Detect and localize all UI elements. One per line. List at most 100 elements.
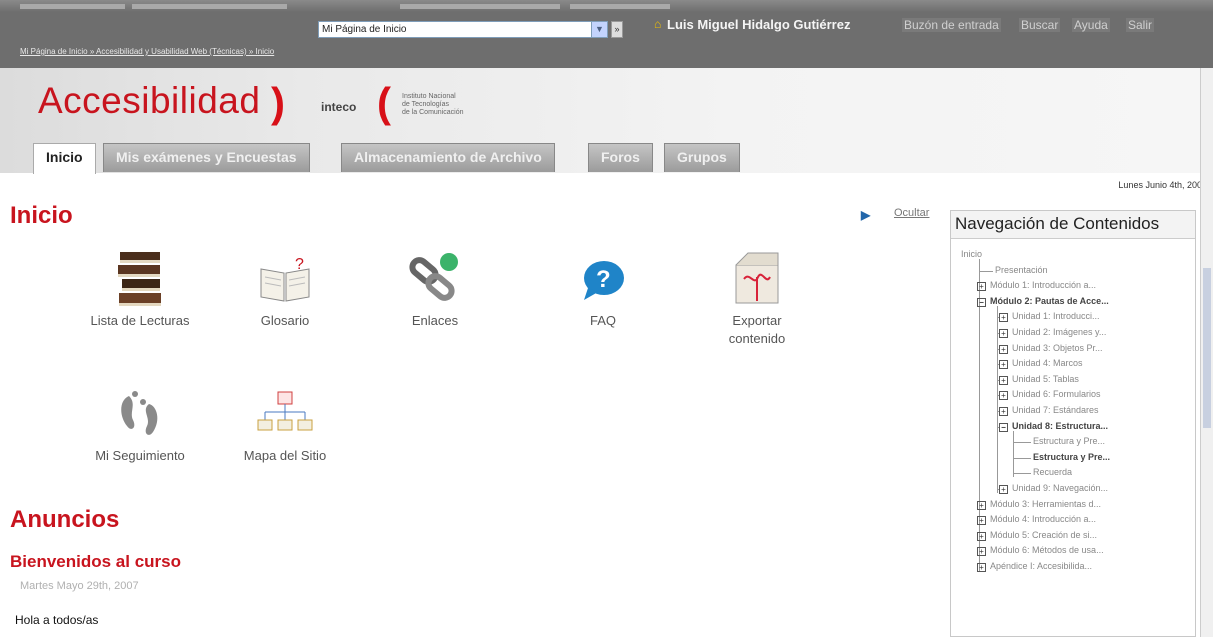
nav-tree-item[interactable]: + Módulo 4: Introducción a... [977, 514, 1097, 526]
logo-paren-right: ( [377, 79, 391, 126]
nav-tree-item[interactable]: + Unidad 6: Formularios [999, 389, 1101, 401]
tool-my-tracking[interactable]: Mi Seguimiento [65, 382, 215, 465]
nav-panel-title: Navegación de Contenidos [951, 211, 1195, 239]
open-book-icon: ? [210, 247, 360, 312]
expand-icon[interactable]: + [977, 563, 986, 572]
nav-tree-item[interactable]: + Apéndice I: Accesibilida... [977, 561, 1092, 572]
expand-icon[interactable]: + [999, 375, 1008, 385]
tab-foros[interactable]: Foros [588, 143, 653, 172]
nav-tree-item[interactable]: Presentación [995, 265, 1048, 276]
tree-branch-line [1013, 442, 1031, 444]
nav-tree-item[interactable]: − Unidad 8: Estructura... [999, 421, 1108, 432]
go-icon[interactable]: » [611, 21, 623, 38]
svg-text:?: ? [295, 256, 304, 273]
tool-reading-list[interactable]: Lista de Lecturas [65, 247, 215, 330]
tool-label: Glosario [260, 313, 310, 328]
tool-label: Mapa del Sitio [243, 448, 327, 463]
chevron-down-icon[interactable]: ▼ [591, 22, 607, 37]
nav-tree-item[interactable]: Estructura y Pre... [1033, 452, 1110, 463]
breadcrumb[interactable]: Mi Página de Inicio » Accesibilidad y Us… [20, 47, 274, 56]
nav-tree-item[interactable]: + Unidad 5: Tablas [999, 374, 1079, 385]
nav-tree-item[interactable]: + Módulo 1: Introducción a... [977, 280, 1097, 292]
nav-tree-label: Módulo 3: Herramientas d... [990, 498, 1102, 509]
hide-arrow-icon[interactable]: ▶ [861, 208, 870, 222]
nav-tree-item[interactable]: + Unidad 7: Estándares [999, 405, 1099, 416]
expand-icon[interactable]: + [977, 500, 986, 510]
nav-tree-label: Recuerda [1033, 467, 1073, 478]
expand-icon[interactable]: + [999, 344, 1008, 354]
nav-tree-item[interactable]: Recuerda [1033, 467, 1072, 478]
page-scrollbar[interactable] [1200, 68, 1213, 637]
course-select[interactable]: Mi Página de Inicio ▼ [318, 21, 608, 38]
current-date: Lunes Junio 4th, 2007 [1118, 180, 1207, 190]
nav-tree-item[interactable]: + Unidad 4: Marcos [999, 358, 1083, 370]
nav-tree-item[interactable]: + Módulo 6: Métodos de usa... [977, 545, 1104, 557]
tool-label: Mi Seguimiento [95, 448, 185, 463]
tree-branch-line [1013, 473, 1031, 475]
top-bar: Mi Página de Inicio ▼ » ⌂ Luis Miguel Hi… [0, 0, 1213, 68]
logo-text: inteco [321, 100, 357, 114]
nav-tree-item[interactable]: + Unidad 9: Navegación... [999, 483, 1108, 494]
chain-link-icon [360, 247, 510, 312]
nav-tree-item[interactable]: + Unidad 3: Objetos Pr... [999, 343, 1103, 354]
help-link[interactable]: Ayuda [1072, 18, 1110, 32]
collapse-icon[interactable]: − [999, 422, 1008, 432]
nav-tree-item[interactable]: Estructura y Pre... [1033, 436, 1105, 447]
expand-icon[interactable]: + [999, 360, 1008, 370]
expand-icon[interactable]: + [977, 531, 986, 541]
user-icon: ⌂ [654, 17, 662, 31]
expand-icon[interactable]: + [977, 547, 986, 557]
collapse-icon[interactable]: − [977, 297, 986, 307]
tool-glossary[interactable]: ? Glosario [210, 247, 360, 330]
tool-label: Lista de Lecturas [90, 313, 190, 328]
nav-tree-item[interactable]: + Unidad 2: Imágenes y... [999, 327, 1106, 338]
tree-branch-line [1013, 457, 1031, 459]
nav-tree-item[interactable]: + Módulo 5: Creación de si... [977, 530, 1097, 541]
expand-icon[interactable]: + [999, 485, 1008, 494]
institute-name: Instituto Nacional de Tecnologías de la … [402, 93, 464, 116]
nav-tree-item[interactable]: + Módulo 3: Herramientas d... [977, 499, 1101, 510]
nav-tree-label: Unidad 2: Imágenes y... [1012, 327, 1107, 337]
nav-tree-item[interactable]: + Unidad 1: Introducci... [999, 311, 1100, 323]
tool-links[interactable]: Enlaces [360, 247, 510, 330]
nav-tree-label: Unidad 1: Introducci... [1012, 311, 1100, 322]
tool-export[interactable]: Exportar contenido [682, 247, 832, 348]
expand-icon[interactable]: + [999, 407, 1008, 416]
tab-inicio[interactable]: Inicio [33, 143, 96, 174]
nav-tree-label: Módulo 1: Introducción a... [990, 280, 1097, 291]
tool-faq[interactable]: ? FAQ [528, 247, 678, 330]
logo-paren-left: ) [271, 79, 285, 126]
announcement-date: Martes Mayo 29th, 2007 [20, 580, 139, 592]
expand-icon[interactable]: + [999, 391, 1008, 401]
announcement-text: Hola a todos/as [15, 613, 99, 627]
question-bubble-icon: ? [528, 247, 678, 312]
user-name: Luis Miguel Hidalgo Gutiérrez [667, 17, 851, 32]
tool-label: Exportar contenido [728, 313, 786, 346]
nav-tree-label: Unidad 8: Estructura... [1012, 420, 1109, 431]
tab-almacenamiento[interactable]: Almacenamiento de Archivo [341, 143, 555, 172]
tree-line [997, 305, 998, 493]
tab-examenes[interactable]: Mis exámenes y Encuestas [103, 143, 310, 172]
nav-tree-label: Unidad 7: Estándares [1012, 405, 1099, 415]
nav-tree-label: Módulo 2: Pautas de Acce... [990, 295, 1109, 306]
page-title: Inicio [10, 202, 73, 229]
announcement-title[interactable]: Bienvenidos al curso [10, 552, 181, 572]
decor-segment [20, 4, 125, 9]
decor-segment [570, 4, 670, 9]
tab-grupos[interactable]: Grupos [664, 143, 740, 172]
decor-segment [132, 4, 287, 9]
inbox-link[interactable]: Buzón de entrada [902, 18, 1001, 32]
nav-tree-label: Módulo 4: Introducción a... [990, 514, 1097, 525]
site-title: Accesibilidad [38, 80, 261, 121]
tool-sitemap[interactable]: Mapa del Sitio [210, 382, 360, 465]
scrollbar-thumb[interactable] [1203, 268, 1211, 428]
nav-tree-label: Apéndice I: Accesibilida... [990, 561, 1093, 571]
logout-link[interactable]: Salir [1126, 18, 1155, 32]
expand-icon[interactable]: + [977, 516, 986, 526]
footprints-icon [65, 382, 215, 447]
expand-icon[interactable]: + [999, 329, 1008, 338]
search-link[interactable]: Buscar [1019, 18, 1061, 32]
expand-icon[interactable]: + [977, 282, 986, 292]
hide-nav-link[interactable]: Ocultar [894, 207, 929, 219]
expand-icon[interactable]: + [999, 313, 1008, 323]
